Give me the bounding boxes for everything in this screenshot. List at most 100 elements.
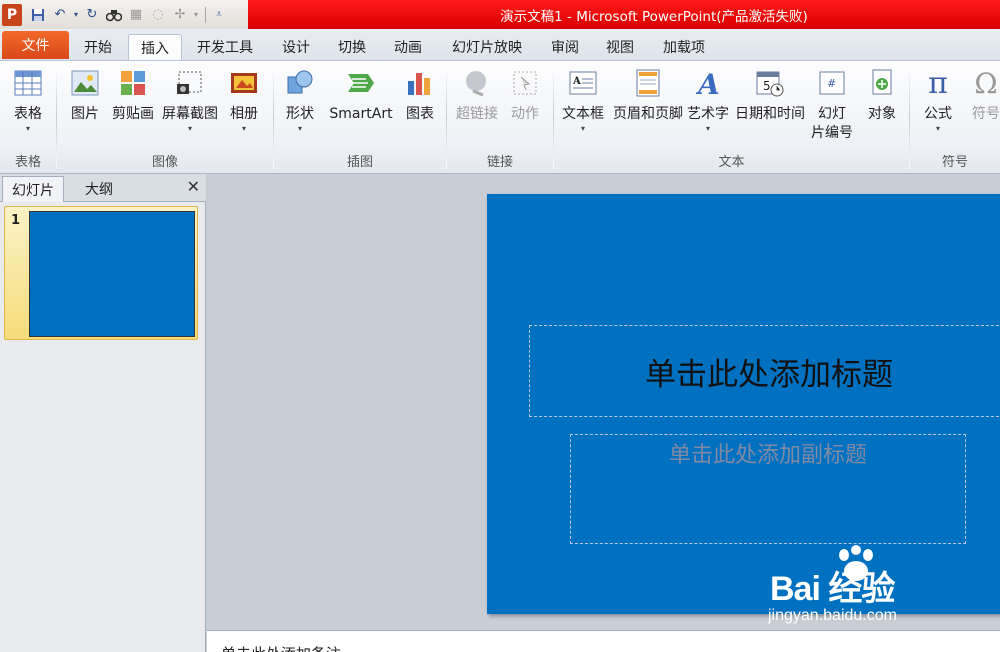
svg-text:5: 5: [763, 79, 771, 93]
slide-number-button[interactable]: # 幻灯 片编号: [808, 67, 856, 143]
undo-icon[interactable]: ↶: [50, 5, 70, 25]
dropdown-arrow-icon: ▾: [241, 124, 246, 133]
tab-transitions[interactable]: 切换: [328, 34, 376, 60]
customize-toolbar-icon[interactable]: ⩡: [209, 5, 229, 25]
hyperlink-label: 超链接: [456, 106, 498, 122]
dropdown-arrow-icon: ▾: [935, 124, 940, 133]
screenshot-icon: [174, 67, 206, 99]
chart-icon: [404, 67, 436, 99]
slide-number-label-1: 幻灯: [818, 106, 846, 122]
wordart-icon: A: [692, 67, 724, 99]
header-footer-button[interactable]: 页眉和页脚: [608, 67, 688, 124]
slide-number: 1: [11, 213, 21, 228]
tab-developer[interactable]: 开发工具: [186, 34, 264, 60]
picture-label: 图片: [71, 106, 99, 122]
title-placeholder[interactable]: 单击此处添加标题: [529, 325, 1000, 417]
title-bar: P ↶ ▾ ↻ ▦ ◌ ✢ ▾ ⩡ 演示文稿1 - Microsoft Powe…: [0, 0, 1000, 29]
slide-number-label-2: 片编号: [811, 125, 853, 141]
header-footer-icon: [632, 67, 664, 99]
action-button[interactable]: 动作: [505, 67, 545, 124]
group-label-illustrations: 插图: [346, 155, 373, 170]
slide-number-icon: #: [816, 67, 848, 99]
object-button[interactable]: 对象: [860, 67, 904, 124]
date-time-label: 日期和时间: [735, 106, 805, 122]
equation-button[interactable]: π 公式 ▾: [918, 65, 958, 134]
tab-addins[interactable]: 加载项: [652, 34, 716, 60]
group-text: A 文本框 ▾ 页眉和页脚 A 艺术字 ▾ 5 日期和时间 # 幻灯 片编号 对…: [554, 61, 909, 173]
group-label-text: 文本: [718, 155, 745, 170]
equation-label: 公式: [924, 106, 952, 122]
slide-thumbnail-selected[interactable]: 1: [4, 206, 198, 340]
symbol-button[interactable]: Ω 符号: [966, 67, 1000, 124]
dropdown-arrow-icon: ▾: [25, 124, 30, 133]
pi-icon: π: [928, 65, 948, 101]
tab-animations[interactable]: 动画: [384, 34, 432, 60]
clear-icon[interactable]: ◌: [148, 5, 168, 25]
date-time-button[interactable]: 5 日期和时间: [732, 67, 808, 124]
subtitle-placeholder[interactable]: 单击此处添加副标题: [570, 434, 966, 544]
slide-thumbnail[interactable]: [29, 211, 195, 337]
shapes-button[interactable]: 形状 ▾: [280, 67, 320, 134]
wordart-label: 艺术字: [687, 106, 729, 122]
chart-label: 图表: [406, 106, 434, 122]
smartart-button[interactable]: SmartArt: [324, 67, 398, 124]
baidu-watermark: Bai 经验 jingyan.baidu.com: [762, 545, 962, 635]
group-label-symbols: 符号: [941, 155, 968, 170]
powerpoint-logo-icon[interactable]: P: [2, 3, 22, 26]
tab-view[interactable]: 视图: [596, 34, 644, 60]
clipart-icon: [117, 67, 149, 99]
ribbon-insert: 表格 ▾ 表格 图片 剪贴画 屏幕截图 ▾ 相册 ▾ 图像 形状 ▾ Smart…: [0, 60, 1000, 174]
calendar-icon: 5: [754, 67, 786, 99]
table-button[interactable]: 表格 ▾: [8, 67, 48, 134]
textbox-label: 文本框: [562, 106, 604, 122]
screenshot-button[interactable]: 屏幕截图 ▾: [159, 67, 221, 134]
dropdown-arrow-icon: ▾: [297, 124, 302, 133]
textbox-button[interactable]: A 文本框 ▾: [558, 67, 608, 134]
close-icon[interactable]: ✕: [187, 177, 200, 196]
save-icon[interactable]: [28, 5, 48, 25]
tab-file[interactable]: 文件: [2, 31, 69, 59]
dropdown-arrow-icon: ▾: [580, 124, 585, 133]
photo-album-button[interactable]: 相册 ▾: [223, 67, 265, 134]
svg-text:A: A: [695, 68, 720, 98]
tab-slides[interactable]: 幻灯片: [2, 176, 64, 202]
clipboard-icon[interactable]: ▦: [126, 5, 146, 25]
action-icon: [509, 67, 541, 99]
draw-table-icon[interactable]: ✢: [170, 5, 190, 25]
hyperlink-button[interactable]: 超链接: [453, 67, 501, 124]
group-tables: 表格 ▾ 表格: [0, 61, 56, 173]
object-icon: [866, 67, 898, 99]
shapes-label: 形状: [286, 106, 314, 122]
clipart-button[interactable]: 剪贴画: [109, 67, 157, 124]
symbol-label: 符号: [972, 106, 1000, 122]
table-label: 表格: [14, 106, 42, 122]
tab-insert[interactable]: 插入: [128, 34, 182, 60]
dropdown-arrow-icon[interactable]: ▾: [72, 5, 80, 25]
smartart-icon: [345, 67, 377, 99]
find-icon[interactable]: [104, 5, 124, 25]
dropdown-arrow-icon: ▾: [187, 124, 192, 133]
tab-review[interactable]: 审阅: [542, 34, 588, 60]
tab-slideshow[interactable]: 幻灯片放映: [440, 34, 534, 60]
shapes-icon: [284, 67, 316, 99]
omega-icon: Ω: [974, 66, 998, 100]
object-label: 对象: [868, 106, 896, 122]
tab-design[interactable]: 设计: [272, 34, 320, 60]
window-title: 演示文稿1 - Microsoft PowerPoint(产品激活失败): [500, 8, 808, 25]
screenshot-label: 屏幕截图: [162, 106, 218, 122]
picture-button[interactable]: 图片: [65, 67, 105, 124]
chart-button[interactable]: 图表: [400, 67, 440, 124]
group-label-tables: 表格: [14, 155, 41, 170]
dropdown-arrow-icon[interactable]: ▾: [192, 5, 200, 25]
redo-icon[interactable]: ↻: [82, 5, 102, 25]
wordart-button[interactable]: A 艺术字 ▾: [684, 67, 732, 134]
notes-placeholder[interactable]: 单击此处添加备注: [221, 643, 341, 652]
slides-pane: 幻灯片 大纲 ✕ 1: [0, 174, 206, 652]
tab-outline[interactable]: 大纲: [66, 176, 132, 202]
notes-pane[interactable]: 单击此处添加备注: [207, 630, 1000, 652]
watermark-logo-text: Bai 经验: [770, 570, 895, 608]
tab-home[interactable]: 开始: [72, 34, 124, 60]
photo-album-icon: [228, 67, 260, 99]
group-links: 超链接 动作 链接: [447, 61, 553, 173]
dropdown-arrow-icon: ▾: [705, 124, 710, 133]
